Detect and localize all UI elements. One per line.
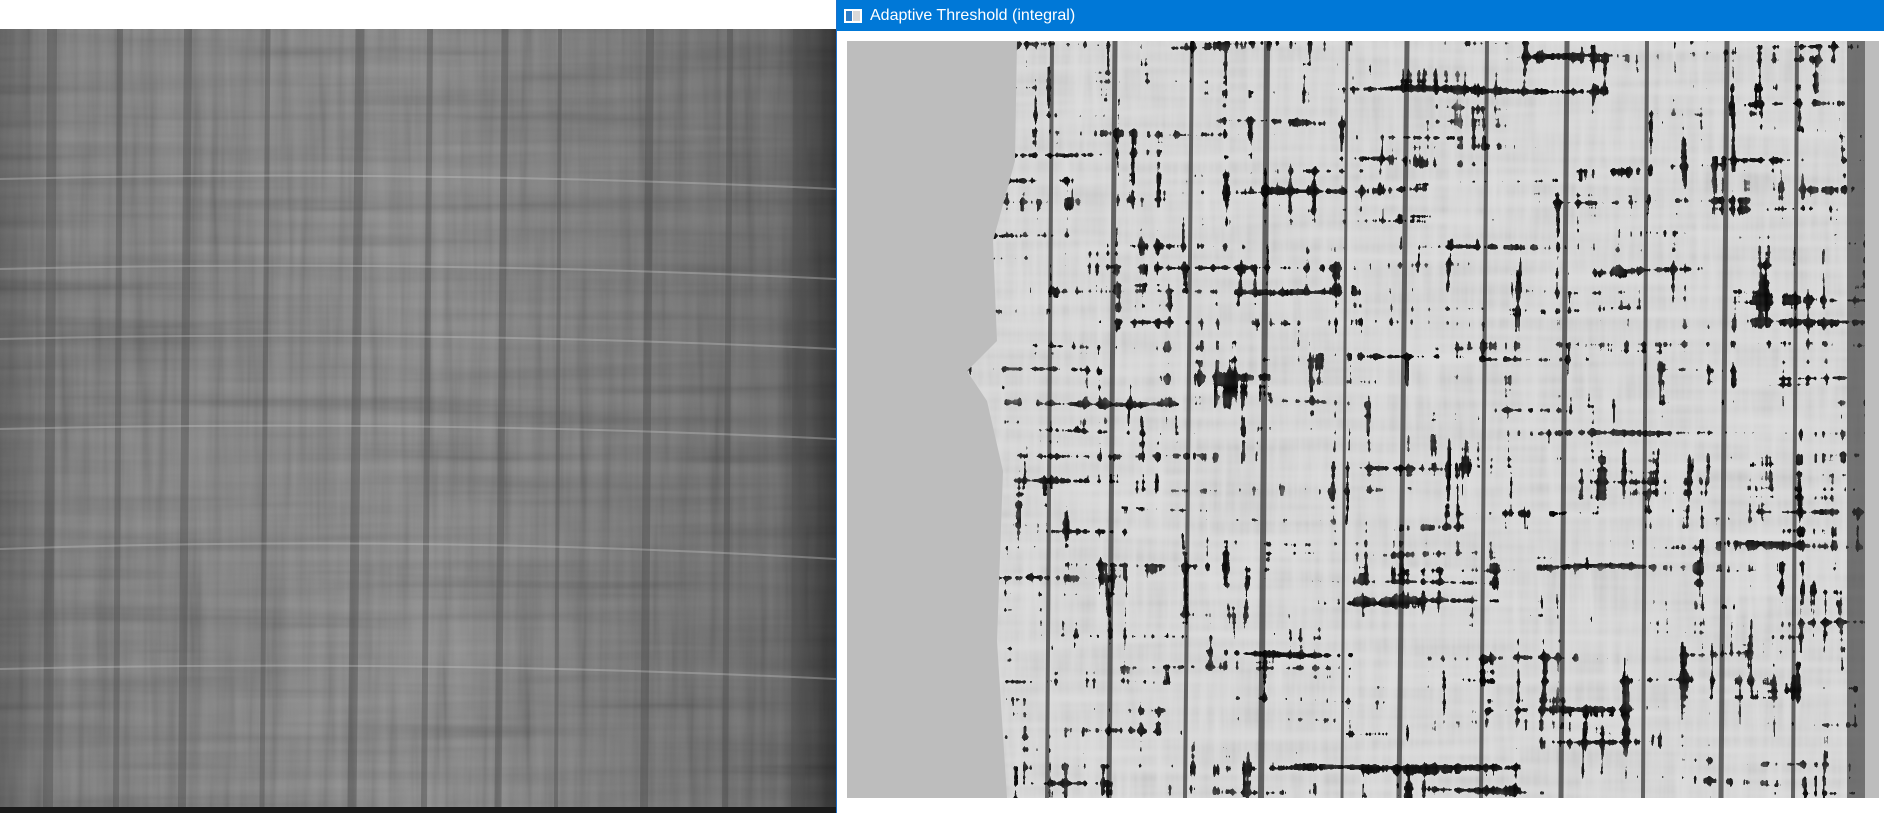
desktop: Adaptive Threshold (integral): [0, 0, 1884, 813]
window-bottom-edge: [837, 808, 1884, 813]
threshold-result-image: [847, 41, 1879, 798]
window-title: Adaptive Threshold (integral): [870, 6, 1076, 24]
opencv-window-icon[interactable]: [844, 8, 862, 23]
source-texture-image: [0, 29, 836, 807]
threshold-window[interactable]: Adaptive Threshold (integral): [836, 0, 1884, 813]
threshold-image-area[interactable]: [847, 41, 1879, 798]
window-titlebar[interactable]: Adaptive Threshold (integral): [837, 0, 1884, 31]
taskbar-strip: [0, 807, 836, 813]
source-image-window[interactable]: [0, 29, 836, 813]
